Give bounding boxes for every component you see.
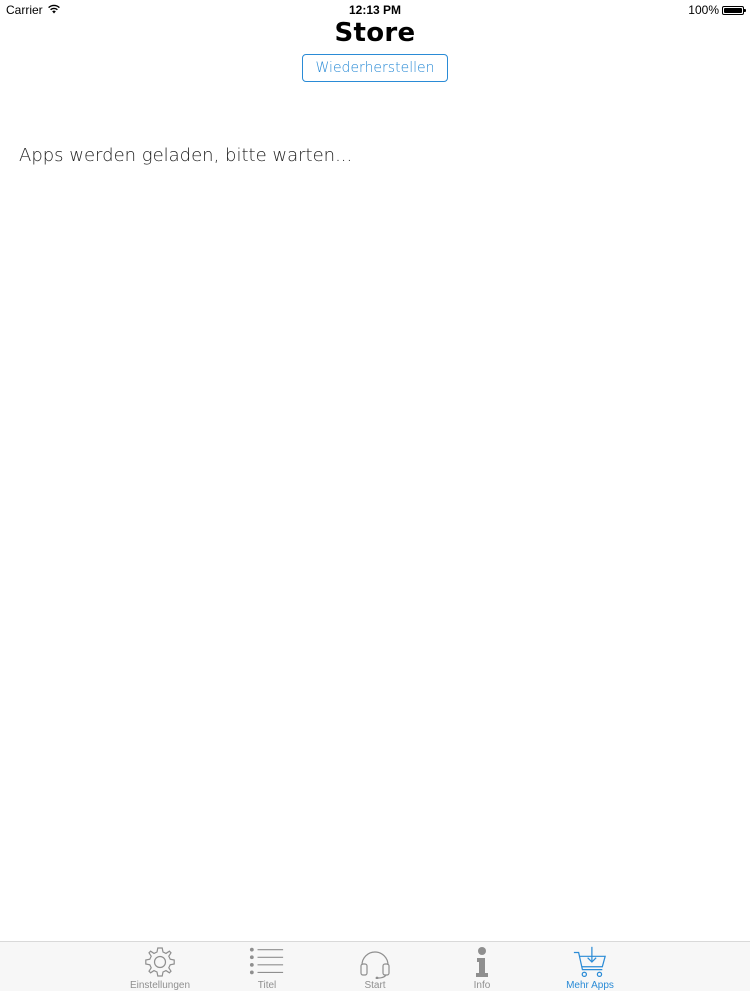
tab-start[interactable]: Start	[321, 942, 429, 992]
tab-mehr-apps[interactable]: Mehr Apps	[536, 942, 644, 992]
tab-label-titel: Titel	[257, 980, 277, 991]
tab-label-info: Info	[473, 980, 491, 991]
page-title: Store	[334, 18, 416, 48]
cart-download-icon	[572, 945, 608, 979]
status-bar: Carrier 12:13 PM 100%	[0, 0, 750, 20]
tab-titel[interactable]: Titel	[213, 942, 321, 992]
tab-label-mehr-apps: Mehr Apps	[566, 980, 614, 991]
restore-purchases-button[interactable]: Wiederherstellen	[302, 54, 448, 82]
status-time: 12:13 PM	[348, 3, 402, 17]
list-icon	[249, 945, 285, 979]
loading-message: Apps werden geladen, bitte warten...	[19, 145, 353, 166]
tab-label-einstellungen: Einstellungen	[129, 980, 191, 991]
tab-info[interactable]: Info	[428, 942, 536, 992]
bottom-strip	[0, 991, 750, 1000]
battery-indicator: 100%	[688, 3, 746, 17]
headphones-icon	[357, 945, 393, 979]
tab-label-start: Start	[364, 980, 386, 991]
tab-bar: Einstellungen Titel Start Info Mehr Apps	[0, 941, 750, 992]
info-icon	[464, 945, 500, 979]
store-screen: Carrier 12:13 PM 100% Store Wiederherste…	[0, 0, 750, 1000]
gear-icon	[142, 945, 178, 979]
battery-icon	[722, 5, 746, 15]
battery-percent: 100%	[688, 3, 719, 17]
tab-einstellungen[interactable]: Einstellungen	[106, 942, 214, 992]
